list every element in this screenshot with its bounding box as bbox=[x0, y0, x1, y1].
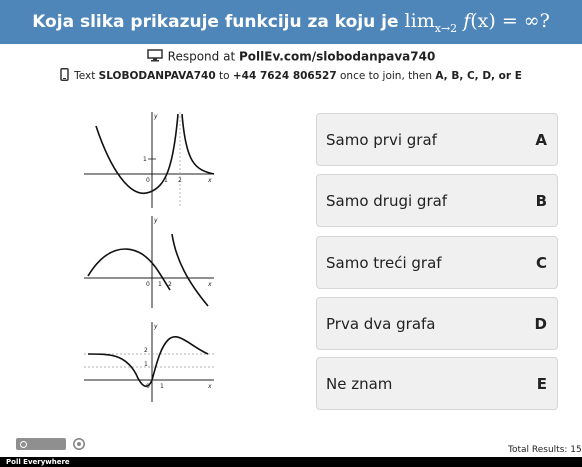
svg-text:1: 1 bbox=[158, 281, 162, 288]
respond-line: Respond at PollEv.com/slobodanpava740 bbox=[0, 49, 582, 65]
svg-text:2: 2 bbox=[144, 347, 148, 354]
settings-gear-icon[interactable] bbox=[72, 437, 86, 451]
presentation-slider[interactable] bbox=[16, 438, 66, 450]
svg-text:1: 1 bbox=[164, 177, 168, 184]
phone-icon bbox=[60, 68, 69, 84]
option-e[interactable]: Ne znam E bbox=[316, 357, 558, 410]
option-a[interactable]: Samo prvi graf A bbox=[316, 113, 558, 166]
svg-text:x: x bbox=[207, 383, 212, 390]
graph-1: y x 0 1 2 1 bbox=[84, 112, 215, 208]
svg-text:x: x bbox=[207, 177, 212, 184]
svg-text:2: 2 bbox=[168, 281, 172, 288]
option-c[interactable]: Samo treći graf C bbox=[316, 236, 558, 289]
svg-text:0: 0 bbox=[146, 383, 150, 390]
monitor-icon bbox=[146, 49, 163, 65]
bottom-bar: Poll Everywhere bbox=[0, 457, 582, 467]
poll-everywhere-logo: Poll Everywhere bbox=[6, 458, 70, 466]
option-b[interactable]: Samo drugi graf B bbox=[316, 174, 558, 227]
total-results: Total Results: 15 bbox=[508, 445, 582, 455]
graph-3: y x 0 1 2 1 bbox=[84, 322, 214, 402]
svg-text:0: 0 bbox=[146, 281, 150, 288]
option-d[interactable]: Prva dva grafa D bbox=[316, 297, 558, 350]
poll-url[interactable]: PollEv.com/slobodanpava740 bbox=[239, 50, 435, 64]
svg-text:1: 1 bbox=[144, 361, 148, 368]
svg-text:2: 2 bbox=[178, 177, 182, 184]
slider-dot-icon bbox=[20, 441, 27, 448]
svg-text:y: y bbox=[153, 217, 158, 224]
question-header: Koja slika prikazuje funkciju za koju je… bbox=[0, 0, 582, 44]
svg-text:y: y bbox=[153, 113, 158, 120]
svg-text:y: y bbox=[153, 323, 158, 330]
limit-expression: limx→2 f(x) = ∞? bbox=[404, 9, 550, 35]
graph-2: y x 0 1 2 bbox=[84, 216, 214, 308]
text-line: Text SLOBODANPAVA740 to +44 7624 806527 … bbox=[0, 68, 582, 84]
question-title: Koja slika prikazuje funkciju za koju je bbox=[32, 12, 399, 32]
svg-text:1: 1 bbox=[160, 383, 164, 390]
svg-text:x: x bbox=[207, 281, 212, 288]
svg-text:1: 1 bbox=[143, 156, 147, 163]
svg-text:0: 0 bbox=[146, 177, 150, 184]
